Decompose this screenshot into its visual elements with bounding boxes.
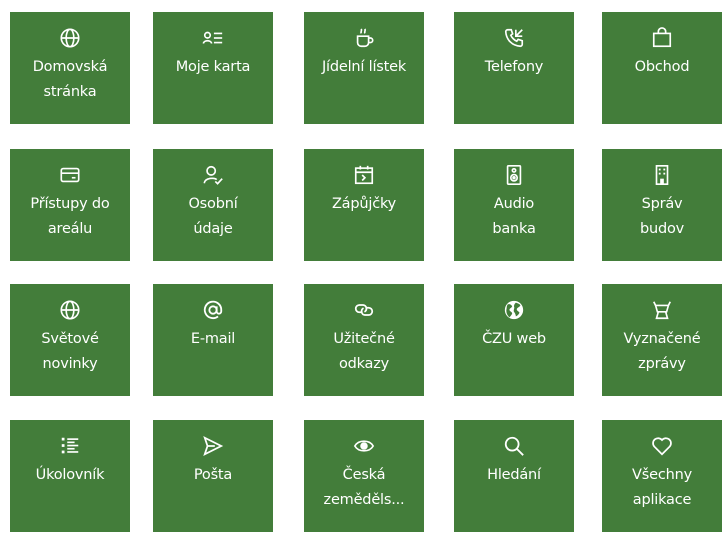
app-tile[interactable]: Hledání [454, 420, 574, 532]
speaker-icon [502, 163, 526, 187]
app-tile[interactable]: Úkolovník [10, 420, 130, 532]
bull-flag-icon [650, 298, 674, 322]
app-tile[interactable]: Domovská stránka [10, 12, 130, 124]
app-tile-label: Moje karta [175, 59, 251, 75]
app-tile-label: Přístupy do areálu [30, 196, 110, 237]
app-tile[interactable]: Zápůjčky [304, 149, 424, 261]
app-tile-label: Úkolovník [35, 467, 105, 483]
app-tile[interactable]: Vyznačené zprávy [602, 284, 722, 396]
app-tile-label: ČZU web [482, 331, 546, 347]
app-tile[interactable]: Světové novinky [10, 284, 130, 396]
app-tile-label: Audio banka [492, 196, 536, 237]
calendar-arrow-icon [352, 163, 376, 187]
app-tile-label: Česká zeměděls... [323, 467, 405, 508]
app-tile-label: E-mail [190, 331, 236, 347]
send-icon [201, 434, 225, 458]
app-tile-label: Pošta [193, 467, 233, 483]
app-tile[interactable]: Správ budov [602, 149, 722, 261]
app-tile[interactable]: Obchod [602, 12, 722, 124]
app-tile[interactable]: Užitečné odkazy [304, 284, 424, 396]
app-tile[interactable]: Telefony [454, 12, 574, 124]
app-tile[interactable]: Všechny aplikace [602, 420, 722, 532]
app-tile-label: Telefony [484, 59, 544, 75]
search-icon [502, 434, 526, 458]
app-launcher-grid: Domovská stránka Moje karta Jídelní lístek… [0, 0, 725, 534]
app-tile[interactable]: Moje karta [153, 12, 273, 124]
heart-icon [650, 434, 674, 458]
app-tile[interactable]: Česká zeměděls... [304, 420, 424, 532]
app-tile-label: Zápůjčky [331, 196, 397, 212]
app-tile-label: Obchod [634, 59, 690, 75]
app-tile-label: Osobní údaje [188, 196, 238, 237]
user-check-icon [201, 163, 225, 187]
earth-icon [502, 298, 526, 322]
shopping-bag-icon [650, 26, 674, 50]
app-tile-label: Všechny aplikace [632, 467, 692, 508]
app-tile[interactable]: Pošta [153, 420, 273, 532]
app-tile-label: Jídelní lístek [321, 59, 407, 75]
cup-icon [352, 26, 376, 50]
globe-icon [58, 26, 82, 50]
building-icon [650, 163, 674, 187]
card-icon [58, 163, 82, 187]
app-tile[interactable]: Audio banka [454, 149, 574, 261]
app-tile-label: Vyznačené zprávy [623, 331, 701, 372]
app-tile-label: Správ budov [639, 196, 685, 237]
app-tile-label: Užitečné odkazy [333, 331, 395, 372]
app-tile[interactable]: Jídelní lístek [304, 12, 424, 124]
at-sign-icon [201, 298, 225, 322]
app-tile[interactable]: E-mail [153, 284, 273, 396]
globe-icon [58, 298, 82, 322]
app-tile[interactable]: Přístupy do areálu [10, 149, 130, 261]
app-tile-label: Hledání [487, 467, 541, 483]
app-tile-label: Domovská stránka [32, 59, 108, 100]
id-card-list-icon [201, 26, 225, 50]
app-tile-label: Světové novinky [41, 331, 99, 372]
link-icon [352, 298, 376, 322]
app-tile[interactable]: ČZU web [454, 284, 574, 396]
eye-icon [352, 434, 376, 458]
phone-incoming-icon [502, 26, 526, 50]
task-list-icon [58, 434, 82, 458]
app-tile[interactable]: Osobní údaje [153, 149, 273, 261]
